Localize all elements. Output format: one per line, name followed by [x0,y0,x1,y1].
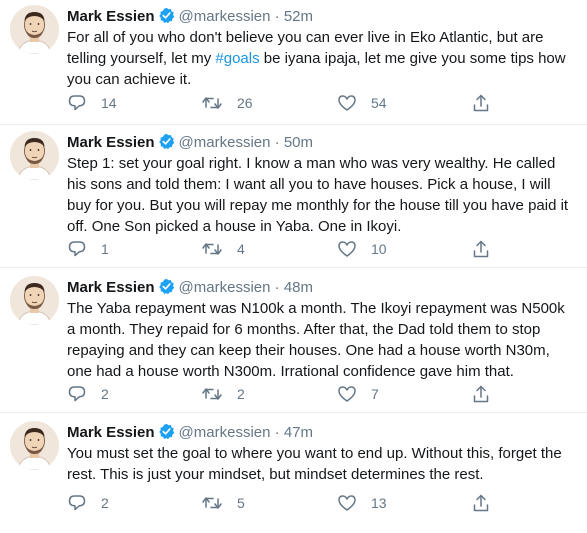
share-icon [473,385,489,403]
avatar[interactable] [10,5,59,54]
timestamp[interactable]: 50m [284,134,313,151]
reply-count: 1 [101,241,109,257]
heart-icon [338,386,356,402]
share-icon [473,494,489,512]
reply-count: 14 [101,95,117,111]
author-name[interactable]: Mark Essien [67,134,155,151]
timestamp[interactable]: 48m [284,279,313,296]
tweet-actions: 1 4 10 [67,239,507,259]
tweet-header: Mark Essien @markessien · 48m [67,278,313,297]
tweet-header: Mark Essien @markessien · 47m [67,423,313,442]
timestamp[interactable]: 47m [284,424,313,441]
retweet-count: 26 [237,95,253,111]
tweet-header: Mark Essien @markessien · 52m [67,7,313,26]
like-button[interactable]: 54 [337,93,387,113]
reply-count: 2 [101,495,109,511]
divider [0,412,587,413]
reply-icon [68,495,86,511]
tweet-actions: 14 26 54 [67,93,507,113]
heart-icon [338,241,356,257]
hashtag-link[interactable]: #goals [215,50,259,67]
tweet-actions: 2 2 7 [67,384,507,404]
time-separator: · [274,134,280,151]
like-count: 13 [371,495,387,511]
author-handle[interactable]: @markessien [179,134,271,151]
share-button[interactable] [471,384,491,404]
share-icon [473,240,489,258]
tweet-text: For all of you who don't believe you can… [67,27,572,90]
retweet-icon [202,243,222,255]
tweet-actions: 2 5 13 [67,493,507,513]
tweet-text: You must set the goal to where you want … [67,445,562,483]
like-button[interactable]: 10 [337,239,387,259]
heart-icon [338,95,356,111]
like-button[interactable]: 7 [337,384,379,404]
author-name[interactable]: Mark Essien [67,424,155,441]
reply-button[interactable]: 14 [67,93,117,113]
like-count: 54 [371,95,387,111]
share-button[interactable] [471,239,491,259]
verified-badge-icon [157,423,175,440]
author-handle[interactable]: @markessien [179,279,271,296]
reply-icon [68,95,86,111]
retweet-count: 5 [237,495,245,511]
retweet-button[interactable]: 26 [201,93,253,113]
tweet[interactable]: Mark Essien @markessien · 50m Step 1: set… [0,131,587,259]
divider [0,267,587,268]
heart-icon [338,495,356,511]
tweet-header: Mark Essien @markessien · 50m [67,133,313,152]
verified-badge-icon [157,278,175,295]
retweet-button[interactable]: 5 [201,493,245,513]
avatar[interactable] [10,131,59,180]
share-button[interactable] [471,93,491,113]
tweet[interactable]: Mark Essien @markessien · 52m For all of … [0,5,587,121]
author-handle[interactable]: @markessien [179,8,271,25]
author-name[interactable]: Mark Essien [67,8,155,25]
retweet-icon [202,497,222,509]
reply-button[interactable]: 2 [67,384,109,404]
reply-icon [68,386,86,402]
like-count: 7 [371,386,379,402]
time-separator: · [274,424,280,441]
retweet-button[interactable]: 4 [201,239,245,259]
tweet[interactable]: Mark Essien @markessien · 47m You must se… [0,421,587,529]
retweet-icon [202,97,222,109]
like-count: 10 [371,241,387,257]
verified-badge-icon [157,7,175,24]
reply-button[interactable]: 1 [67,239,109,259]
retweet-count: 2 [237,386,245,402]
reply-count: 2 [101,386,109,402]
reply-button[interactable]: 2 [67,493,109,513]
retweet-count: 4 [237,241,245,257]
retweet-button[interactable]: 2 [201,384,245,404]
retweet-icon [202,388,222,400]
timestamp[interactable]: 52m [284,8,313,25]
share-icon [473,94,489,112]
tweet[interactable]: Mark Essien @markessien · 48m The Yaba re… [0,276,587,404]
tweet-text: The Yaba repayment was N100k a month. Th… [67,300,565,380]
tweet-text: Step 1: set your goal right. I know a ma… [67,155,569,235]
like-button[interactable]: 13 [337,493,387,513]
divider [0,124,587,125]
time-separator: · [274,8,280,25]
author-handle[interactable]: @markessien [179,424,271,441]
verified-badge-icon [157,133,175,150]
reply-icon [68,241,86,257]
author-name[interactable]: Mark Essien [67,279,155,296]
time-separator: · [274,279,280,296]
avatar[interactable] [10,276,59,325]
share-button[interactable] [471,493,491,513]
avatar[interactable] [10,421,59,470]
